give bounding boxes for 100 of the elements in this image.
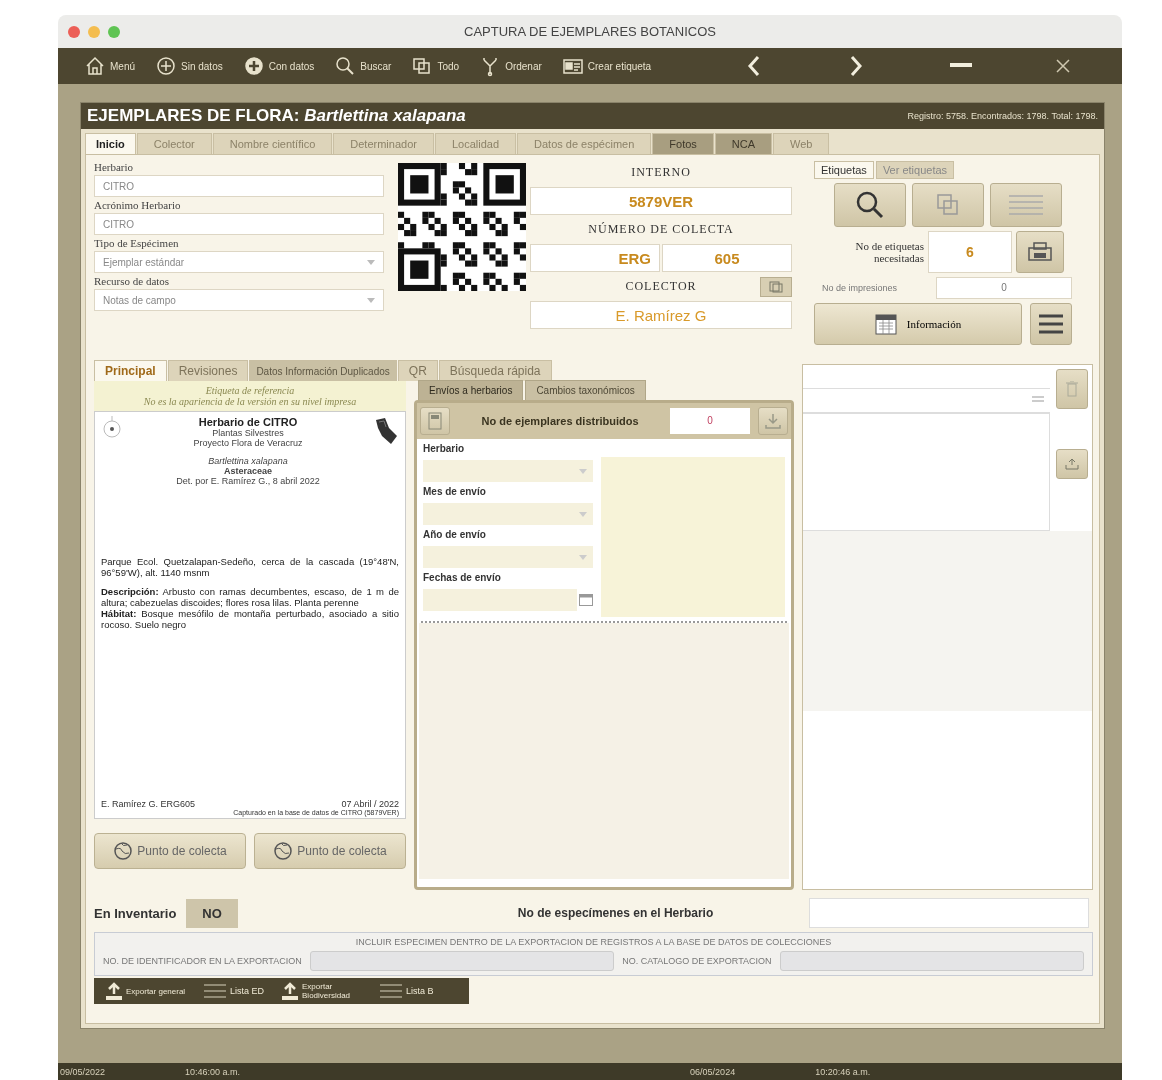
house-icon — [84, 55, 106, 77]
label-collector: E. Ramírez G. ERG605 — [101, 799, 196, 809]
upload-icon — [1065, 458, 1079, 470]
toolbar-button[interactable]: Sin datos — [147, 55, 231, 77]
record-stats: Registro: 5758. Encontrados: 1798. Total: 1798. — [907, 111, 1098, 121]
export-id-field[interactable] — [309, 951, 615, 971]
input-field[interactable]: CITRO — [94, 213, 384, 235]
toolbar-button[interactable]: Exportar Biodiversidad — [282, 982, 362, 1000]
tab[interactable]: Etiquetas — [814, 161, 874, 179]
toolbar-button[interactable]: Menú — [76, 55, 143, 77]
search-button[interactable] — [834, 183, 906, 227]
calculator-button[interactable] — [420, 407, 450, 435]
number-field[interactable]: 605 — [662, 244, 792, 272]
field-label: Herbario — [94, 161, 135, 173]
specimens-count-label: No de especímenes en el Herbario — [517, 906, 714, 920]
collection-point-button[interactable]: Punto de colecta — [94, 833, 246, 869]
export-id-label: NO. DE IDENTIFICADOR EN LA EXPORTACION — [103, 956, 302, 966]
tab[interactable]: Ver etiquetas — [875, 161, 955, 179]
tab[interactable]: Determinador — [333, 133, 434, 154]
collection-point-button[interactable]: Punto de colecta — [254, 833, 406, 869]
download-button[interactable] — [758, 407, 788, 435]
zoom-window-icon[interactable] — [108, 25, 120, 38]
collection-number-label: NÚMERO DE COLECTA — [587, 221, 735, 238]
tab[interactable]: Datos de espécimen — [517, 133, 652, 154]
label-line: Plantas Silvestres — [212, 428, 284, 438]
minus-icon[interactable] — [949, 63, 972, 69]
status-text: 10:46:00 a.m. — [185, 1066, 241, 1077]
list-icon — [380, 984, 402, 998]
tab[interactable]: QR — [397, 360, 438, 381]
upload-icon — [106, 982, 122, 1000]
toolbar-button[interactable]: Buscar — [326, 55, 400, 77]
tab[interactable]: Nombre científico — [212, 133, 333, 154]
tab[interactable]: Localidad — [434, 133, 517, 154]
labels-needed-label: No de etiquetas necesitadas — [854, 240, 924, 264]
prefix-field[interactable]: ERG — [530, 244, 660, 272]
field-label: Mes de envío — [423, 486, 487, 497]
label-line: Bartlettina xalapana — [208, 456, 288, 466]
download-icon — [765, 413, 781, 429]
field-label: Herbario — [423, 443, 466, 454]
dropdown-arrow-icon — [579, 554, 587, 560]
tab[interactable]: Revisiones — [167, 360, 249, 381]
date-field[interactable] — [423, 589, 577, 611]
field-label: Fechas de envío — [423, 572, 502, 583]
dropdown-arrow-icon — [367, 259, 375, 265]
field-label: Tipo de Espécimen — [94, 237, 180, 249]
dropdown-field[interactable] — [423, 546, 593, 568]
toolbar-button[interactable]: Con datos — [234, 55, 323, 77]
export-catalog-field[interactable] — [779, 951, 1084, 971]
print-button[interactable] — [1016, 231, 1064, 273]
distributed-field[interactable]: 0 — [670, 408, 750, 434]
copy-button[interactable] — [912, 183, 984, 227]
label-paragraph: Descripción: Arbusto con ramas decumbentes, escaso, de 1 m de altura; cabezuelas discoides; flores rosa lilas. Planta perenne — [101, 586, 399, 608]
menu-button[interactable] — [1030, 303, 1072, 345]
close-icon[interactable] — [1055, 59, 1070, 73]
close-window-icon[interactable] — [68, 25, 80, 38]
add-icon — [155, 55, 177, 77]
labels-needed-field[interactable]: 6 — [928, 231, 1012, 273]
internal-label: INTERNO — [630, 164, 692, 181]
tab[interactable]: Colector — [136, 133, 212, 154]
information-button[interactable]: Información — [814, 303, 1022, 345]
field-label: Acrónimo Herbario — [94, 199, 182, 211]
status-text: 10:20:46 a.m. — [815, 1066, 871, 1077]
dropdown-field[interactable]: Notas de campo — [94, 289, 384, 311]
note-text: No es la apariencia de la versión en su nivel impresa — [143, 396, 357, 407]
toolbar-button[interactable]: Crear etiqueta — [553, 55, 660, 77]
input-field[interactable]: CITRO — [94, 175, 384, 197]
label-line: Asteraceae — [223, 466, 272, 476]
delete-button[interactable] — [1056, 369, 1088, 409]
label-paragraph: Hábitat: Bosque mesófilo de montaña perturbado, asociado a sitio rocoso. Suelo negro — [101, 608, 399, 630]
dropdown-field[interactable] — [423, 460, 593, 482]
dropdown-field[interactable] — [423, 503, 593, 525]
specimens-count-field[interactable] — [809, 898, 1089, 928]
internal-field[interactable]: 5879VER — [530, 187, 792, 215]
inventory-value: NO — [186, 898, 238, 928]
toolbar-button[interactable]: Exportar general — [106, 982, 186, 1000]
printer-icon — [1028, 242, 1052, 262]
toolbar-button[interactable]: Todo — [403, 55, 468, 77]
distributed-label: No de ejemplares distribuidos — [480, 415, 640, 427]
export-catalog-label: NO. CATALOGO DE EXPORTACION — [622, 956, 772, 966]
tab[interactable]: Búsqueda rápida — [438, 360, 552, 381]
toolbar-button[interactable]: Ordenar — [471, 55, 550, 77]
dropdown-field[interactable]: Ejemplar estándar — [94, 251, 384, 273]
tab[interactable]: Web — [773, 133, 830, 154]
prints-field[interactable]: 0 — [936, 277, 1072, 299]
collector-field[interactable]: E. Ramírez G — [530, 301, 792, 329]
trash-icon — [1066, 381, 1078, 397]
calendar-icon[interactable] — [579, 594, 593, 606]
tab[interactable]: Cambios taxonómicos — [525, 380, 646, 400]
tab[interactable]: Envíos a herbarios — [418, 380, 524, 400]
collector-button[interactable] — [760, 276, 792, 297]
toolbar-button[interactable]: Lista B — [380, 984, 434, 998]
minimize-window-icon[interactable] — [88, 25, 100, 38]
field-label: Recurso de datos — [94, 275, 171, 287]
notes-area[interactable] — [601, 457, 785, 617]
upload-button[interactable] — [1056, 449, 1088, 479]
list-icon — [204, 984, 226, 998]
tab[interactable]: Inicio — [85, 133, 136, 154]
toolbar-button[interactable]: Lista ED — [204, 984, 264, 998]
tab[interactable]: Principal — [94, 360, 167, 381]
label-line: Det. por E. Ramírez G., 8 abril 2022 — [176, 476, 320, 486]
